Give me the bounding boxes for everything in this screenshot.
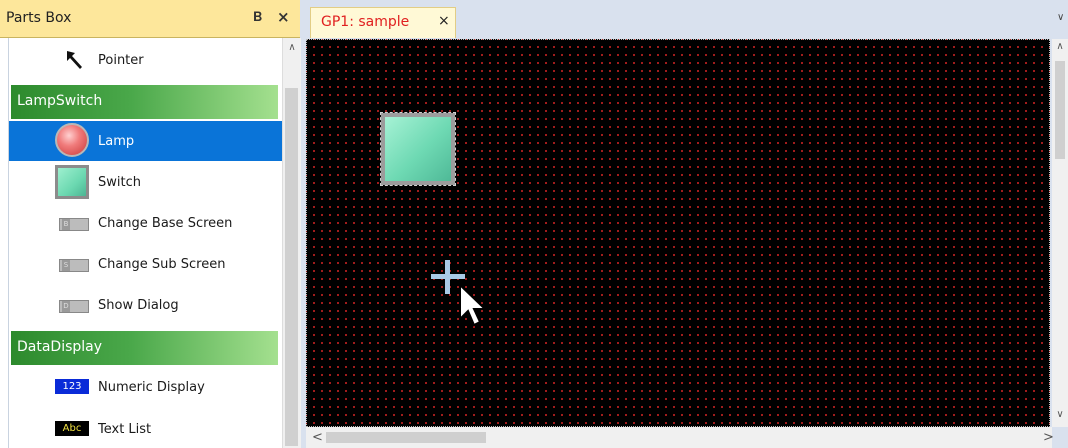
pointer-arrow-icon (67, 51, 82, 69)
parts-item-lamp[interactable]: Lamp (9, 121, 282, 161)
scroll-right-icon[interactable]: > (1043, 430, 1054, 445)
parts-item-numeric-display[interactable]: 123 Numeric Display (9, 367, 282, 407)
parts-item-label: Change Base Screen (98, 216, 233, 231)
category-label: DataDisplay (17, 339, 103, 355)
canvas-horizontal-scrollbar[interactable]: < > (306, 427, 1054, 448)
placed-switch-part[interactable] (380, 112, 456, 186)
mouse-cursor-icon (459, 283, 488, 327)
parts-item-change-base-screen[interactable]: B Change Base Screen (9, 203, 282, 243)
scrollbar-thumb[interactable] (1055, 61, 1065, 159)
text-list-icon: Abc (55, 421, 89, 436)
scrollbar-thumb[interactable] (285, 88, 298, 446)
parts-item-pointer[interactable]: Pointer (9, 40, 282, 80)
document-area: GP1: sample × ∨ ∧ ∨ < > (304, 0, 1068, 448)
parts-box-title: Parts Box (6, 10, 72, 26)
parts-list-scrollbar[interactable]: ∧ (282, 38, 301, 448)
change-base-screen-icon: B (59, 218, 89, 231)
screen-canvas[interactable] (306, 39, 1050, 427)
category-label: LampSwitch (17, 93, 103, 109)
parts-item-label: Show Dialog (98, 298, 179, 313)
parts-item-switch[interactable]: Switch (9, 162, 282, 202)
numeric-display-icon: 123 (55, 379, 89, 394)
scroll-down-icon[interactable]: ∨ (1052, 409, 1068, 420)
parts-item-label: Numeric Display (98, 380, 205, 395)
scroll-left-icon[interactable]: < (312, 430, 323, 445)
scrollbar-thumb[interactable] (326, 432, 486, 443)
lamp-icon (55, 123, 89, 157)
parts-item-label: Lamp (98, 134, 135, 149)
parts-item-label: Text List (98, 422, 152, 437)
parts-item-label: Change Sub Screen (98, 257, 226, 272)
close-panel-button[interactable]: × (277, 8, 290, 26)
parts-list: Pointer LampSwitch Lamp Switch B Change … (8, 38, 282, 448)
parts-item-text-list[interactable]: Abc Text List (9, 409, 282, 448)
scroll-up-icon[interactable]: ∧ (1052, 41, 1068, 52)
parts-box-header: Parts Box 𝐁 × (0, 0, 300, 38)
tab-title: GP1: sample (321, 14, 410, 30)
show-dialog-icon: D (59, 300, 89, 313)
tab-gp1-sample[interactable]: GP1: sample × (310, 7, 456, 38)
scroll-up-icon[interactable]: ∧ (283, 42, 301, 56)
parts-item-change-sub-screen[interactable]: S Change Sub Screen (9, 244, 282, 284)
change-sub-screen-icon: S (59, 259, 89, 272)
pin-icon[interactable]: 𝐁 (253, 10, 262, 25)
switch-icon (55, 165, 89, 199)
category-datadisplay[interactable]: DataDisplay (11, 331, 278, 365)
canvas-vertical-scrollbar[interactable]: ∧ ∨ (1052, 39, 1068, 427)
category-lampswitch[interactable]: LampSwitch (11, 85, 278, 119)
parts-box-panel: Parts Box 𝐁 × Pointer LampSwitch Lamp Sw… (0, 0, 301, 448)
parts-item-label: Switch (98, 175, 141, 190)
close-icon[interactable]: × (438, 13, 450, 29)
parts-item-label: Pointer (98, 53, 144, 68)
parts-item-show-dialog[interactable]: D Show Dialog (9, 285, 282, 325)
chevron-down-icon[interactable]: ∨ (1057, 12, 1064, 23)
